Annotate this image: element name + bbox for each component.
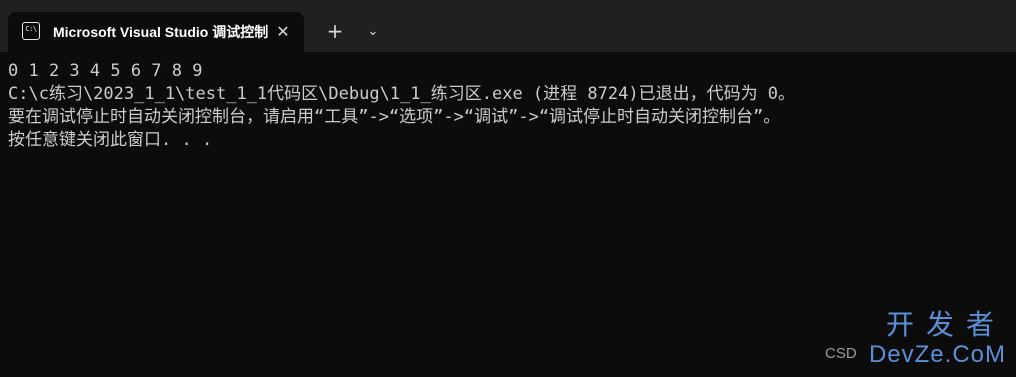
terminal-icon: C:\ bbox=[22, 22, 40, 40]
close-icon[interactable]: ✕ bbox=[272, 21, 294, 43]
tab-title: Microsoft Visual Studio 调试控制台 bbox=[53, 24, 268, 40]
new-tab-button[interactable]: + bbox=[322, 19, 348, 45]
console-line: 要在调试停止时自动关闭控制台，请启用“工具”->“选项”->“调试”->“调试停… bbox=[8, 107, 781, 127]
chevron-down-icon[interactable]: ⌄ bbox=[362, 20, 384, 44]
console-line: 0 1 2 3 4 5 6 7 8 9 bbox=[8, 61, 203, 81]
tab-debug-console[interactable]: C:\ Microsoft Visual Studio 调试控制台 ✕ bbox=[8, 12, 304, 52]
console-line: 按任意键关闭此窗口. . . bbox=[8, 130, 213, 150]
console-window: C:\ Microsoft Visual Studio 调试控制台 ✕ + ⌄ … bbox=[0, 0, 1016, 377]
watermark-cn-text: 开发者 bbox=[885, 308, 1006, 341]
console-line: C:\c练习\2023_1_1\test_1_1代码区\Debug\1_1_练习… bbox=[8, 84, 796, 104]
watermark-logo: 开发者 DevZe.CoM bbox=[846, 308, 1006, 374]
watermark-en-text: DevZe.CoM bbox=[868, 341, 1006, 368]
title-bar: C:\ Microsoft Visual Studio 调试控制台 ✕ + ⌄ bbox=[0, 0, 1016, 52]
